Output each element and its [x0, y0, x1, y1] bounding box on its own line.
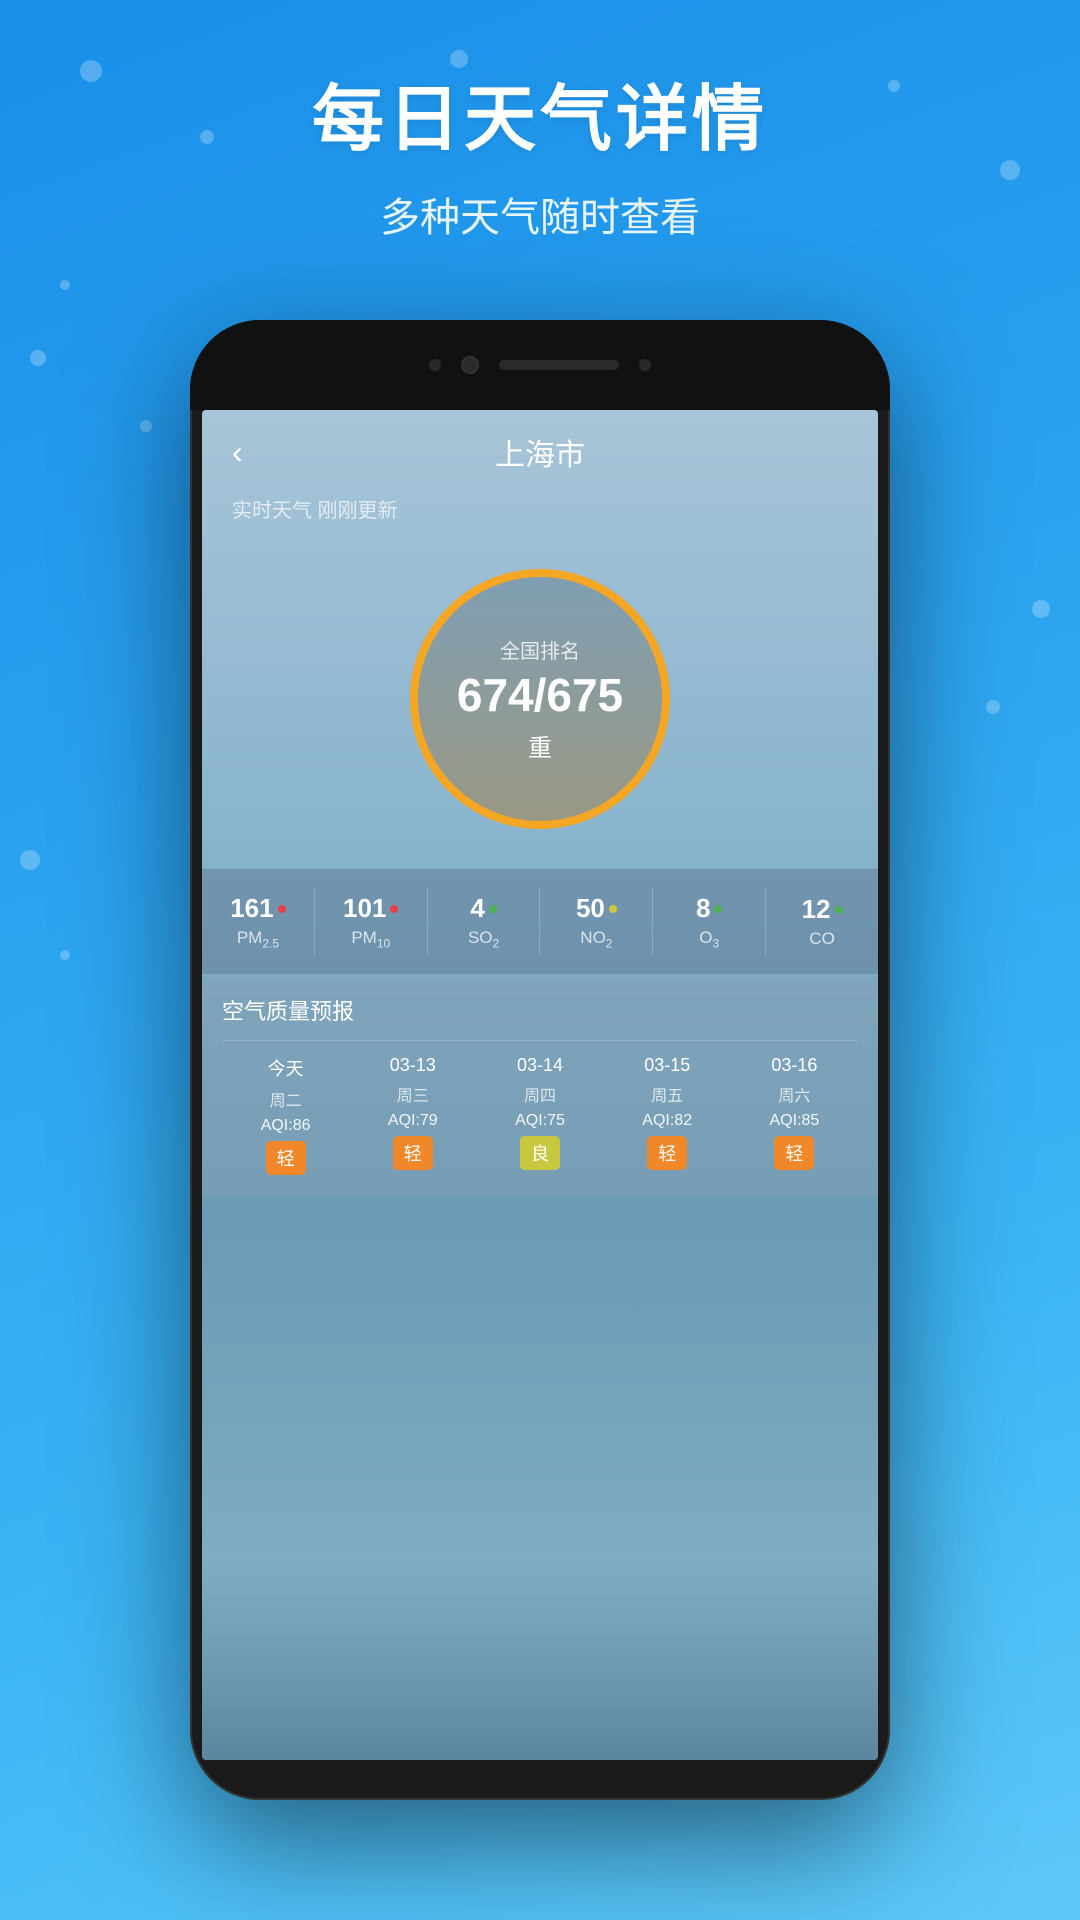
aqi-rank-label: 全国排名 — [500, 635, 580, 664]
phone-mockup: ‹ 上海市 实时天气 刚刚更新 全国排名 674/675 重 161 PM2.5 — [190, 320, 890, 1800]
forecast-aqi-4: AQI:85 — [770, 1112, 820, 1130]
forecast-col-3: 03-15 周五 AQI:82 轻 — [604, 1055, 731, 1175]
pm10-name: PM10 — [351, 928, 390, 950]
forecast-date-4: 03-16 — [771, 1055, 817, 1076]
header-section: 每日天气详情 多种天气随时查看 — [0, 60, 1080, 243]
aqi-rank-value: 674/675 — [457, 672, 623, 718]
pollutant-pm25: 161 PM2.5 — [202, 887, 315, 956]
phone-screen: ‹ 上海市 实时天气 刚刚更新 全国排名 674/675 重 161 PM2.5 — [202, 410, 878, 1760]
forecast-aqi-0: AQI:86 — [261, 1117, 311, 1135]
forecast-section: 空气质量预报 今天 周二 AQI:86 轻 03-13 周三 AQI:79 轻 … — [202, 978, 878, 1195]
forecast-col-today: 今天 周二 AQI:86 轻 — [222, 1055, 349, 1175]
forecast-weekday-3: 周五 — [651, 1082, 683, 1106]
notch-sensor-2 — [639, 359, 651, 371]
forecast-row: 今天 周二 AQI:86 轻 03-13 周三 AQI:79 轻 03-14 周… — [222, 1040, 858, 1175]
forecast-badge-4: 轻 — [774, 1136, 814, 1170]
so2-value: 4 — [470, 893, 484, 924]
app-topbar: ‹ 上海市 — [202, 410, 878, 494]
forecast-date-3: 03-15 — [644, 1055, 690, 1076]
aqi-circle-container: 全国排名 674/675 重 — [202, 539, 878, 869]
o3-dot — [714, 905, 722, 913]
forecast-col-2: 03-14 周四 AQI:75 良 — [476, 1055, 603, 1175]
back-button[interactable]: ‹ — [232, 434, 243, 471]
forecast-badge-0: 轻 — [266, 1141, 306, 1175]
co-value: 12 — [802, 894, 831, 925]
aqi-level: 重 — [528, 728, 552, 763]
pollutant-so2: 4 SO2 — [428, 887, 541, 956]
forecast-badge-2: 良 — [520, 1136, 560, 1170]
phone-notch — [190, 320, 890, 410]
city-title: 上海市 — [495, 430, 585, 474]
no2-dot — [609, 905, 617, 913]
main-title: 每日天气详情 — [0, 60, 1080, 165]
so2-name: SO2 — [468, 928, 499, 950]
pm10-value: 101 — [343, 893, 386, 924]
forecast-title: 空气质量预报 — [222, 994, 858, 1026]
forecast-badge-1: 轻 — [393, 1136, 433, 1170]
notch-camera — [461, 356, 479, 374]
pm25-dot — [278, 905, 286, 913]
forecast-weekday-2: 周四 — [524, 1082, 556, 1106]
co-name: CO — [809, 929, 835, 949]
no2-name: NO2 — [580, 928, 612, 950]
forecast-aqi-1: AQI:79 — [388, 1112, 438, 1130]
forecast-col-4: 03-16 周六 AQI:85 轻 — [731, 1055, 858, 1175]
pollutant-pm10: 101 PM10 — [315, 887, 428, 956]
realtime-label: 实时天气 刚刚更新 — [202, 494, 878, 539]
forecast-weekday-4: 周六 — [778, 1082, 810, 1106]
pollutant-no2: 50 NO2 — [540, 887, 653, 956]
pm25-name: PM2.5 — [237, 928, 279, 950]
notch-sensor — [429, 359, 441, 371]
forecast-aqi-3: AQI:82 — [642, 1112, 692, 1130]
co-dot — [835, 906, 843, 914]
forecast-badge-3: 轻 — [647, 1136, 687, 1170]
pm10-dot — [390, 905, 398, 913]
aqi-circle: 全国排名 674/675 重 — [410, 569, 670, 829]
wave-bg — [202, 1560, 878, 1760]
forecast-date-0: 今天 — [268, 1055, 304, 1081]
no2-value: 50 — [576, 893, 605, 924]
forecast-weekday-0: 周二 — [270, 1087, 302, 1111]
pm25-value: 161 — [230, 893, 273, 924]
pollutant-co: 12 CO — [766, 887, 878, 956]
forecast-col-1: 03-13 周三 AQI:79 轻 — [349, 1055, 476, 1175]
forecast-date-2: 03-14 — [517, 1055, 563, 1076]
so2-dot — [489, 905, 497, 913]
pollutant-o3: 8 O3 — [653, 887, 766, 956]
forecast-aqi-2: AQI:75 — [515, 1112, 565, 1130]
pollutants-row: 161 PM2.5 101 PM10 4 SO2 — [202, 869, 878, 974]
o3-value: 8 — [696, 893, 710, 924]
o3-name: O3 — [699, 928, 719, 950]
forecast-date-1: 03-13 — [390, 1055, 436, 1076]
sub-title: 多种天气随时查看 — [0, 185, 1080, 243]
forecast-weekday-1: 周三 — [397, 1082, 429, 1106]
notch-speaker — [499, 360, 619, 370]
